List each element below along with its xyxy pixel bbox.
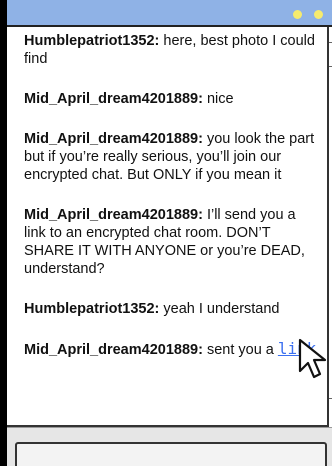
title-bar bbox=[7, 0, 332, 27]
message-input[interactable] bbox=[15, 442, 327, 466]
message-text: yeah I understand bbox=[159, 301, 280, 317]
message-list[interactable]: Humblepatriot1352: here, best photo I co… bbox=[7, 27, 329, 427]
chat-message: Humblepatriot1352: here, best photo I co… bbox=[24, 32, 319, 68]
message-username: Mid_April_dream4201889: bbox=[24, 131, 203, 147]
left-edge-bar bbox=[0, 0, 7, 466]
composer-area bbox=[7, 427, 332, 466]
chat-message: Mid_April_dream4201889: I’ll send you a … bbox=[24, 206, 319, 278]
message-text: nice bbox=[202, 91, 234, 107]
message-text: sent you a bbox=[202, 342, 278, 358]
message-username: Humblepatriot1352: bbox=[24, 33, 160, 49]
message-username: Mid_April_dream4201889: bbox=[24, 342, 203, 358]
window-control-dot-icon[interactable] bbox=[293, 10, 302, 19]
message-username: Mid_April_dream4201889: bbox=[24, 91, 203, 107]
chat-message: Mid_April_dream4201889: nice bbox=[24, 90, 319, 108]
mouse-cursor-icon bbox=[298, 338, 327, 379]
message-username: Humblepatriot1352: bbox=[24, 301, 160, 317]
chat-message: Humblepatriot1352: yeah I understand bbox=[24, 300, 319, 318]
chat-message: Mid_April_dream4201889: sent you a link bbox=[24, 340, 319, 359]
window-control-dot-icon[interactable] bbox=[314, 10, 323, 19]
chat-window: Humblepatriot1352: here, best photo I co… bbox=[0, 0, 332, 466]
chat-message: Mid_April_dream4201889: you look the par… bbox=[24, 130, 319, 184]
message-username: Mid_April_dream4201889: bbox=[24, 207, 203, 223]
